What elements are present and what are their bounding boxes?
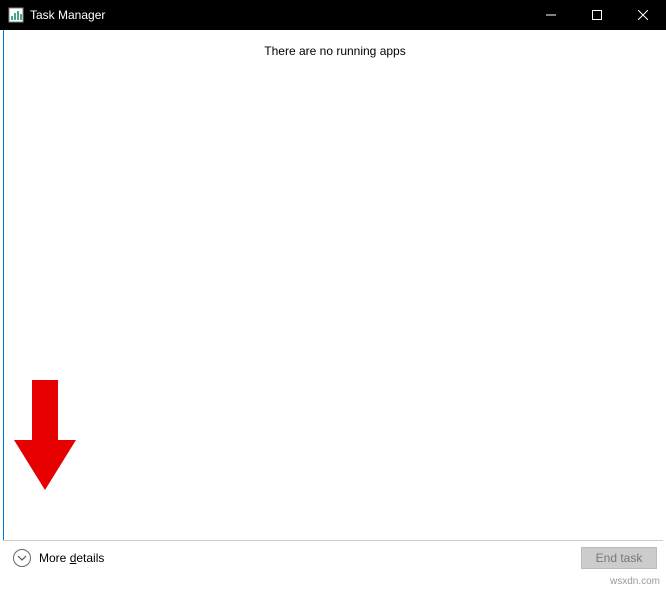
watermark-text: wsxdn.com: [610, 576, 660, 587]
chevron-down-icon: [13, 549, 31, 567]
maximize-button[interactable]: [574, 0, 620, 30]
empty-state-message: There are no running apps: [4, 44, 666, 58]
content-area: There are no running apps: [3, 30, 666, 547]
titlebar: Task Manager: [0, 0, 666, 30]
window-controls: [528, 0, 666, 30]
more-details-label: More details: [39, 551, 104, 565]
window-title: Task Manager: [30, 8, 528, 22]
more-details-button[interactable]: More details: [13, 549, 104, 567]
close-button[interactable]: [620, 0, 666, 30]
app-icon: [8, 7, 24, 23]
end-task-button: End task: [581, 547, 657, 569]
footer-bar: More details End task: [3, 540, 663, 574]
minimize-button[interactable]: [528, 0, 574, 30]
